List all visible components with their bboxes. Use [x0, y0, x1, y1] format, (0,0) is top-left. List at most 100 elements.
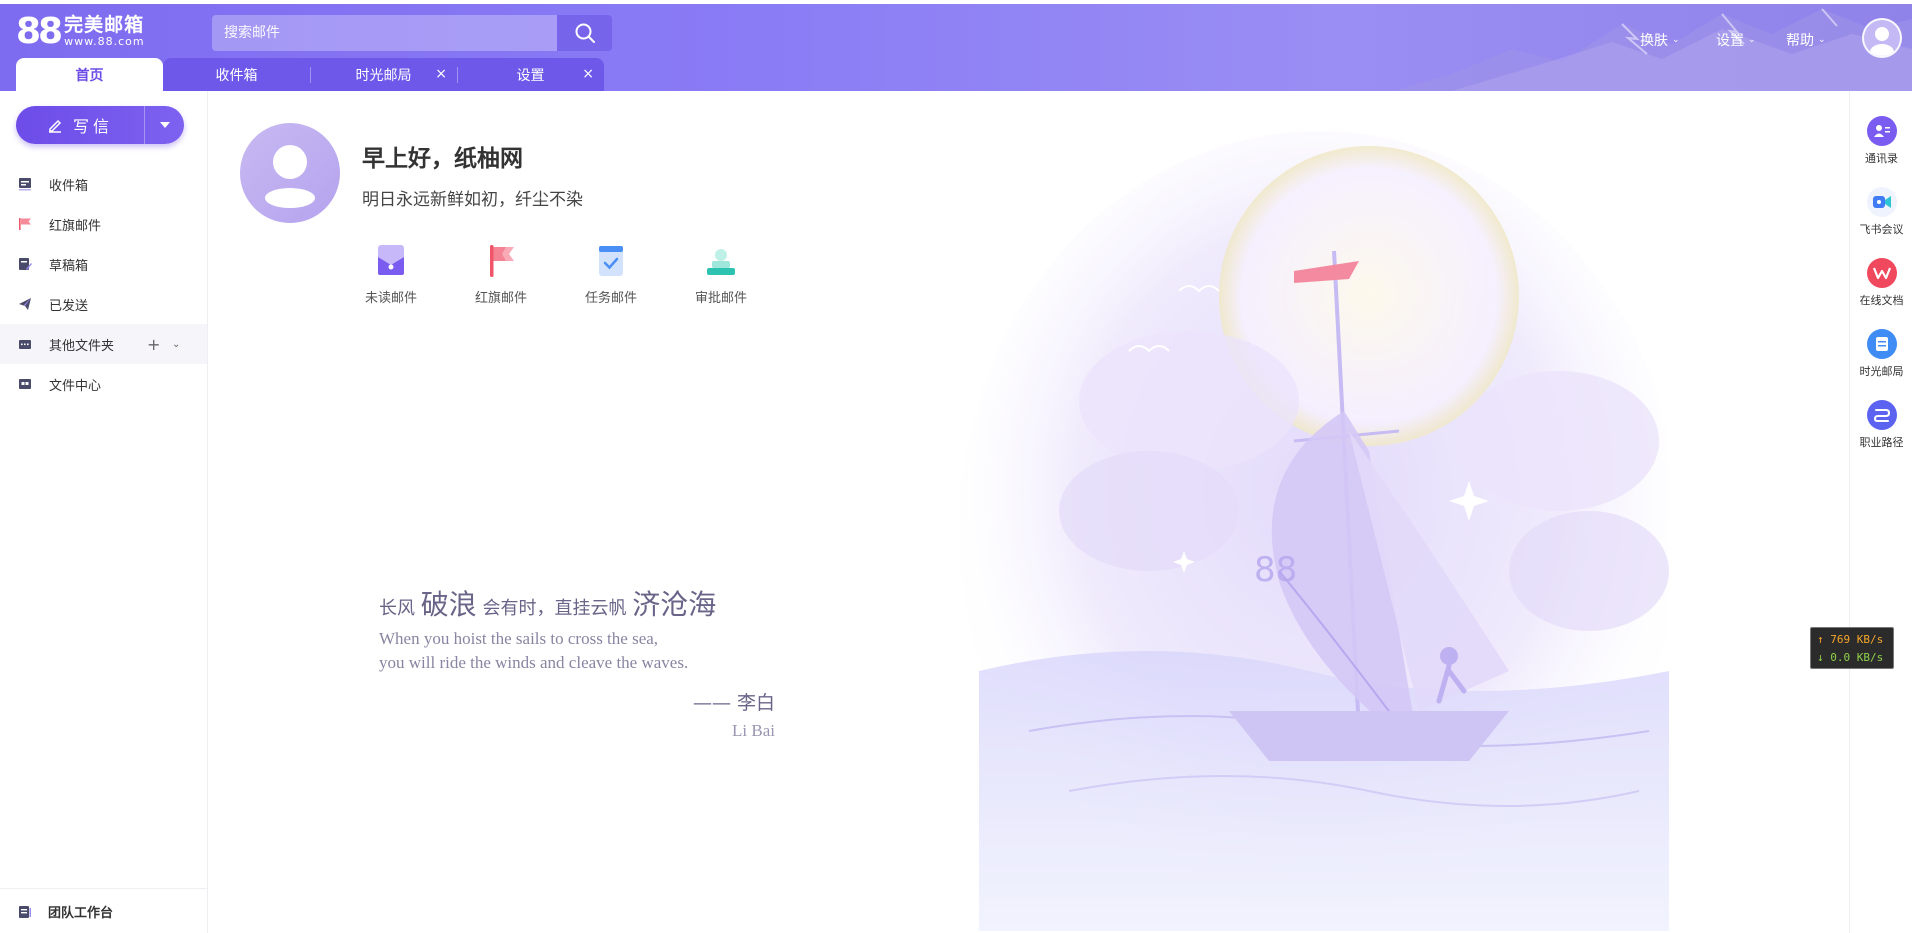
unread-mail-icon — [378, 245, 404, 275]
help-label: 帮助 — [1786, 33, 1814, 49]
logo-mark: 88 — [16, 11, 63, 52]
pen-icon — [48, 119, 62, 133]
task-mail-icon — [599, 246, 623, 276]
rail-label: 职业路径 — [1859, 436, 1904, 449]
video-meeting-icon — [1866, 187, 1897, 217]
poem-author-english: Li Bai — [732, 721, 775, 740]
add-folder-icon[interactable]: + — [147, 335, 160, 354]
logo-url: www.88.com — [64, 35, 145, 48]
right-app-rail: 通讯录 飞书会议 在线文档 时光邮局 职业路径 — [1849, 91, 1912, 933]
rail-online-docs[interactable]: 在线文档 — [1850, 258, 1912, 308]
skin-menu[interactable]: 换肤 ⌄ — [1640, 30, 1680, 50]
user-avatar[interactable] — [240, 123, 340, 223]
inbox-icon — [19, 178, 31, 191]
folder-icon — [19, 340, 31, 349]
search-icon — [575, 23, 595, 43]
tab-inbox[interactable]: 收件箱 — [163, 58, 310, 91]
tab-time-post[interactable]: 时光邮局 × — [310, 58, 457, 91]
quick-red-flag-mail[interactable]: 红旗邮件 — [456, 243, 546, 306]
red-flag-icon — [19, 218, 31, 230]
help-menu[interactable]: 帮助 ⌄ — [1786, 30, 1826, 50]
sidebar-item-sent[interactable]: 已发送 — [0, 284, 207, 324]
search-bar — [212, 15, 612, 51]
caret-down-icon — [159, 122, 170, 128]
upload-speed: ↑ 769 KB/s — [1817, 633, 1884, 646]
logo-name: 完美邮箱 — [64, 14, 145, 36]
poem-part-emphasis: 破浪 — [420, 588, 477, 621]
contacts-icon — [1866, 116, 1897, 146]
tab-label: 时光邮局 — [355, 67, 412, 84]
sidebar-item-drafts[interactable]: 草稿箱 — [0, 244, 207, 284]
sidebar-item-label: 草稿箱 — [49, 258, 89, 274]
search-input[interactable] — [212, 15, 557, 51]
quick-unread-mail[interactable]: 未读邮件 — [346, 243, 436, 306]
user-icon — [1870, 27, 1894, 56]
sidebar-item-label: 其他文件夹 — [49, 338, 115, 354]
chevron-down-icon: ⌄ — [1748, 35, 1756, 45]
poem-part: 会有时，直挂云帆 — [482, 598, 627, 619]
compose-button[interactable]: 写信 — [16, 106, 144, 144]
app-logo[interactable]: 88 完美邮箱 www.88.com — [16, 14, 145, 50]
quick-task-mail[interactable]: 任务邮件 — [566, 243, 656, 306]
team-workspace-label: 团队工作台 — [48, 905, 114, 921]
chevron-down-icon: ⌄ — [1672, 35, 1680, 45]
quick-action-label: 未读邮件 — [364, 291, 417, 306]
quick-action-label: 审批邮件 — [694, 291, 747, 306]
tab-home[interactable]: 首页 — [16, 58, 163, 91]
sailboat-illustration: 88 — [959, 131, 1669, 931]
sidebar: 写信 收件箱 红旗邮件 草稿箱 已发送 其他文件夹 + ⌄ 文件中心 团队工作台 — [0, 91, 208, 933]
chevron-down-icon: ⌄ — [1818, 35, 1826, 45]
rail-time-post[interactable]: 时光邮局 — [1850, 329, 1912, 379]
draft-icon — [19, 258, 32, 270]
settings-menu[interactable]: 设置 ⌄ — [1716, 30, 1756, 50]
greeting-title: 早上好，纸柚网 — [362, 146, 523, 172]
quick-action-label: 红旗邮件 — [474, 291, 527, 306]
team-workspace-icon — [19, 906, 31, 918]
poem-quote: 长风 破浪 会有时，直挂云帆 济沧海 When you hoist the sa… — [379, 583, 779, 740]
network-speed-widget[interactable]: ↑ 769 KB/s ↓ 0.0 KB/s — [1810, 627, 1894, 669]
tab-settings[interactable]: 设置 × — [457, 58, 604, 91]
poem-english-line-2: you will ride the winds and cleave the w… — [379, 653, 689, 672]
poem-author: —— 李白 — [692, 692, 775, 714]
download-speed: ↓ 0.0 KB/s — [1817, 651, 1884, 664]
sidebar-item-other-folders[interactable]: 其他文件夹 + ⌄ — [0, 324, 207, 364]
compose-group: 写信 — [16, 106, 184, 144]
sidebar-item-file-center[interactable]: 文件中心 — [0, 364, 207, 404]
rail-career-path[interactable]: 职业路径 — [1850, 400, 1912, 450]
poem-chinese: 长风 破浪 会有时，直挂云帆 济沧海 — [379, 583, 779, 623]
approval-mail-icon — [707, 249, 735, 275]
quick-approval-mail[interactable]: 审批邮件 — [676, 243, 766, 306]
quick-action-label: 任务邮件 — [584, 291, 637, 306]
skin-label: 换肤 — [1640, 33, 1668, 49]
home-panel: 88 早上好，纸柚网 明日永远新鲜如初，纤尘不染 未读邮件 红旗邮件 任务邮件 … — [209, 91, 1849, 933]
compose-dropdown-button[interactable] — [144, 106, 184, 144]
compose-label: 写信 — [72, 117, 113, 136]
rail-feishu-meeting[interactable]: 飞书会议 — [1850, 187, 1912, 237]
online-docs-icon — [1866, 258, 1897, 288]
tab-label: 首页 — [75, 67, 104, 84]
rail-contacts[interactable]: 通讯录 — [1850, 116, 1912, 166]
user-avatar-button[interactable] — [1862, 18, 1902, 58]
rail-label: 飞书会议 — [1859, 223, 1904, 236]
app-header: 88 完美邮箱 www.88.com 首页 收件箱 时光邮局 × 设置 — [0, 4, 1912, 91]
team-workspace-link[interactable]: 团队工作台 — [0, 888, 207, 933]
tab-label: 收件箱 — [215, 67, 258, 84]
career-path-icon — [1866, 400, 1897, 430]
sidebar-item-inbox[interactable]: 收件箱 — [0, 164, 207, 204]
close-icon[interactable]: × — [582, 66, 594, 82]
send-icon — [19, 298, 31, 310]
chevron-down-icon[interactable]: ⌄ — [172, 339, 180, 350]
search-button[interactable] — [557, 15, 612, 51]
greeting-motto: 明日永远新鲜如初，纤尘不染 — [362, 190, 583, 210]
rail-label: 在线文档 — [1859, 294, 1904, 307]
sidebar-item-label: 已发送 — [49, 298, 89, 314]
sidebar-item-label: 收件箱 — [49, 178, 89, 194]
time-post-icon — [1866, 329, 1897, 359]
poem-english-line-1: When you hoist the sails to cross the se… — [379, 629, 659, 648]
sidebar-item-red-flag[interactable]: 红旗邮件 — [0, 204, 207, 244]
rail-label: 通讯录 — [1865, 152, 1898, 165]
settings-label: 设置 — [1716, 33, 1744, 49]
rail-label: 时光邮局 — [1859, 365, 1904, 378]
red-flag-mail-icon — [490, 245, 514, 277]
close-icon[interactable]: × — [435, 66, 447, 82]
